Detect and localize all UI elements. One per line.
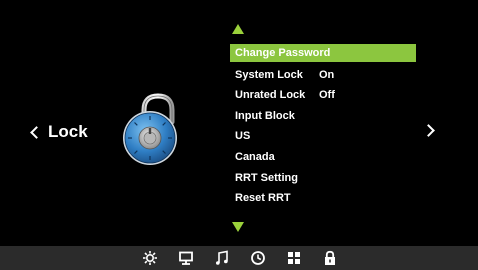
scroll-up-arrow-icon[interactable] — [232, 24, 244, 34]
menu-item-label: Input Block — [235, 109, 295, 122]
music-icon[interactable] — [214, 250, 230, 266]
page-title-label: Lock — [48, 122, 88, 141]
menu-item-unrated-lock[interactable]: Unrated Lock Off — [230, 85, 416, 106]
menu-item-label: Canada — [235, 150, 275, 163]
clock-icon[interactable] — [250, 250, 266, 266]
menu-item-change-password[interactable]: Change Password — [230, 44, 416, 62]
menu-item-system-lock[interactable]: System Lock On — [230, 65, 416, 86]
menu-item-rrt-setting[interactable]: RRT Setting — [230, 168, 416, 189]
menu-item-canada[interactable]: Canada — [230, 147, 416, 168]
grid-icon[interactable] — [286, 250, 302, 266]
chevron-left-icon[interactable] — [30, 126, 43, 139]
lock-menu-screen: Change Password System Lock On Unrated L… — [0, 0, 478, 270]
page-title[interactable]: Lock — [30, 122, 88, 142]
menu-item-label: Unrated Lock — [235, 89, 306, 102]
lock-icon[interactable] — [322, 250, 338, 266]
settings-icon[interactable] — [142, 250, 158, 266]
menu-item-reset-rrt[interactable]: Reset RRT — [230, 188, 416, 209]
menu-item-value: On — [319, 68, 335, 81]
menu-item-label: US — [235, 130, 251, 143]
menu-item-value: Off — [319, 89, 335, 102]
menu-item-label: System Lock — [235, 68, 303, 81]
menu-item-label: Reset RRT — [235, 192, 291, 205]
menu-item-label: Change Password — [235, 47, 331, 59]
scroll-down-arrow-icon[interactable] — [232, 222, 244, 232]
chevron-right-icon[interactable] — [422, 124, 435, 137]
lock-menu-list: Change Password System Lock On Unrated L… — [230, 44, 416, 209]
padlock-icon — [123, 93, 177, 165]
menu-item-input-block[interactable]: Input Block — [230, 106, 416, 127]
menu-item-us[interactable]: US — [230, 126, 416, 147]
monitor-icon[interactable] — [178, 250, 194, 266]
menu-item-label: RRT Setting — [235, 171, 298, 184]
bottom-nav-bar — [0, 246, 478, 270]
